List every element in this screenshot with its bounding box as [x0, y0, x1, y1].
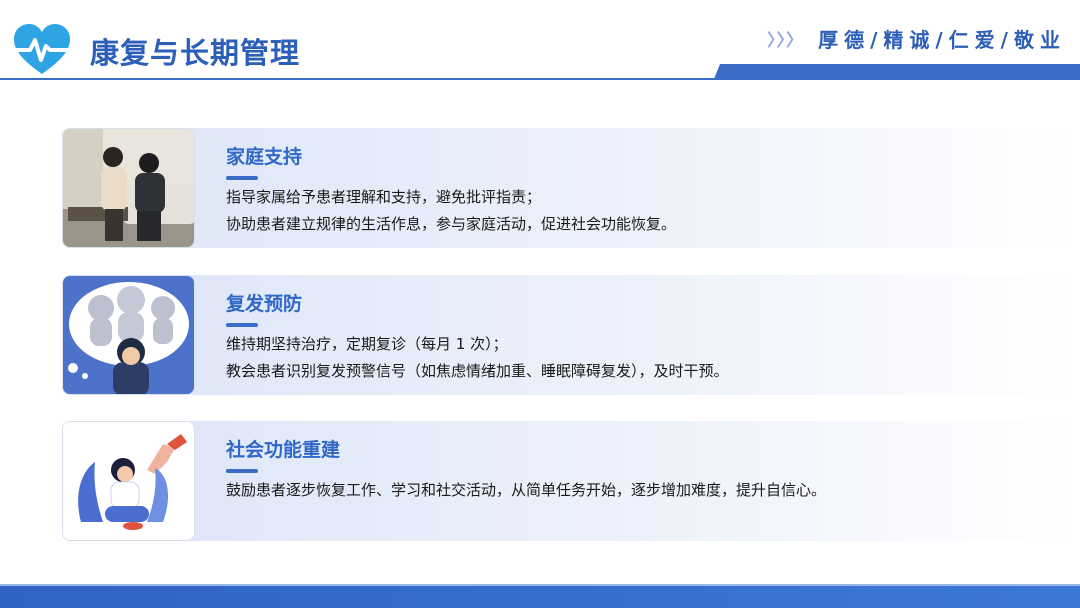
card-title: 复发预防	[226, 293, 303, 315]
card-relapse-prevention: 复发预防 维持期坚持治疗，定期复诊（每月 1 次）； 教会患者识别复发预警信号（…	[60, 275, 1080, 395]
card-body: 指导家属给予患者理解和支持，避免批评指责； 协助患者建立规律的生活作息，参与家庭…	[226, 184, 676, 238]
card-body: 鼓励患者逐步恢复工作、学习和社交活动，从简单任务开始，逐步增加难度，提升自信心。	[226, 477, 826, 504]
card-family-support: 家庭支持 指导家属给予患者理解和支持，避免批评指责； 协助患者建立规律的生活作息…	[60, 128, 1080, 248]
card-social-function: 社会功能重建 鼓励患者逐步恢复工作、学习和社交活动，从简单任务开始，逐步增加难度…	[60, 421, 1080, 541]
page-title: 康复与长期管理	[90, 36, 301, 70]
anxiety-illustration	[62, 275, 195, 395]
card-line: 维持期坚持治疗，定期复诊（每月 1 次）；	[226, 335, 508, 353]
slogan-area: 〉〉〉 厚德/精诚/仁爱/敬业	[767, 24, 1066, 53]
card-line: 指导家属给予患者理解和支持，避免批评指责；	[226, 188, 542, 206]
card-title: 社会功能重建	[226, 439, 341, 461]
family-support-photo	[62, 128, 195, 248]
card-line: 协助患者建立规律的生活作息，参与家庭活动，促进社会功能恢复。	[226, 215, 677, 233]
title-underline	[226, 176, 258, 180]
footer-band	[0, 586, 1080, 608]
title-underline	[226, 469, 258, 473]
header: 康复与长期管理 〉〉〉 厚德/精诚/仁爱/敬业	[0, 0, 1080, 80]
title-underline	[226, 323, 258, 327]
card-line: 教会患者识别复发预警信号（如焦虑情绪加重、睡眠障碍复发），及时干预。	[226, 362, 729, 380]
slogan-text: 厚德/精诚/仁爱/敬业	[818, 28, 1066, 52]
card-body: 维持期坚持治疗，定期复诊（每月 1 次）； 教会患者识别复发预警信号（如焦虑情绪…	[226, 331, 729, 385]
header-accent-band	[714, 64, 1080, 79]
heart-pulse-icon	[14, 24, 70, 74]
card-line: 鼓励患者逐步恢复工作、学习和社交活动，从简单任务开始，逐步增加难度，提升自信心。	[226, 481, 827, 499]
helping-hand-illustration	[62, 421, 195, 541]
card-title: 家庭支持	[226, 146, 303, 168]
chevron-decoration: 〉〉〉	[767, 31, 805, 51]
header-divider	[0, 78, 1080, 80]
